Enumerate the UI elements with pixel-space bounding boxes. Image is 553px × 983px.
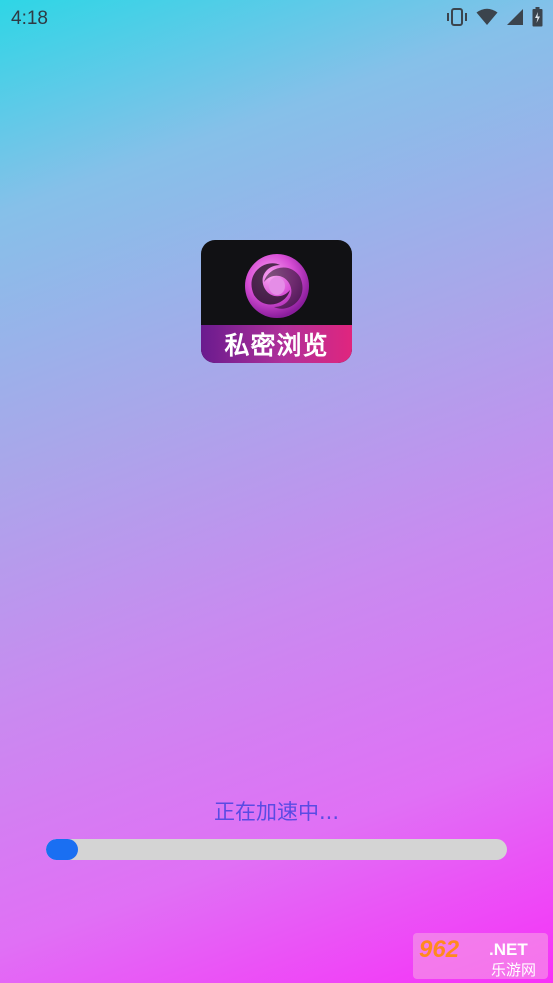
wifi-icon <box>476 8 498 26</box>
status-icons <box>446 7 543 27</box>
svg-text:乐游网: 乐游网 <box>491 961 536 979</box>
swirl-orb-icon <box>234 253 320 323</box>
app-logo: 私密浏览 <box>201 240 352 363</box>
logo-band: 私密浏览 <box>201 325 352 363</box>
progress-bar <box>46 839 507 860</box>
loading-label: 正在加速中... <box>213 800 340 824</box>
battery-charging-icon <box>532 7 543 27</box>
watermark-logo: 962 .NET 乐游网 <box>413 933 548 979</box>
status-bar: 4:18 <box>0 0 553 38</box>
progress-fill <box>46 839 79 860</box>
svg-text:962: 962 <box>419 936 460 963</box>
splash-screen: 4:18 私密浏览 正在加速中... 962 .NET 乐游网 <box>0 0 553 983</box>
vibrate-icon <box>446 7 468 27</box>
signal-icon <box>506 8 524 26</box>
svg-text:.NET: .NET <box>489 940 528 959</box>
logo-title: 私密浏览 <box>224 331 329 360</box>
status-time: 4:18 <box>11 8 48 29</box>
